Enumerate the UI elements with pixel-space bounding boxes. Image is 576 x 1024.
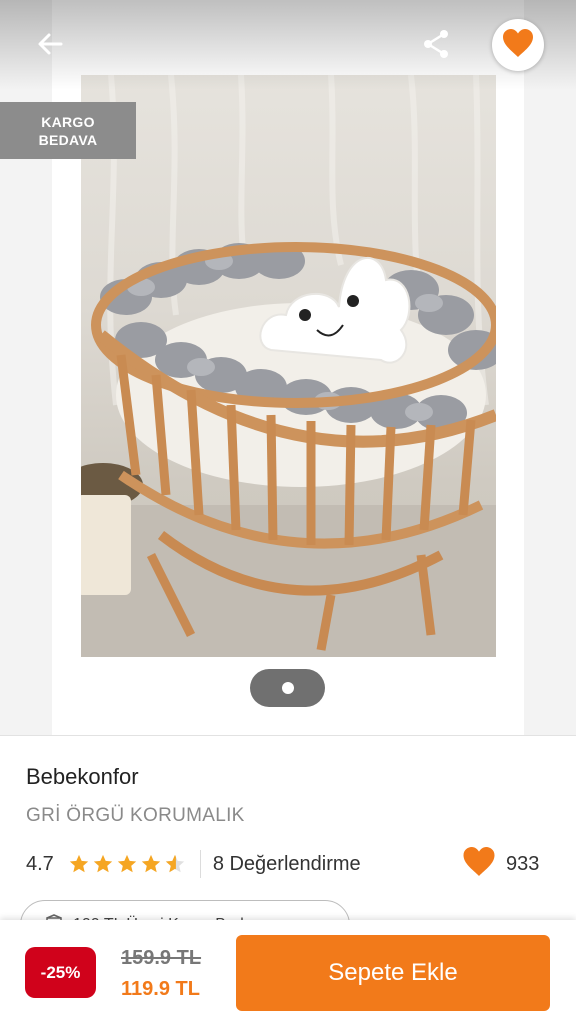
badge-line-1: KARGO [41,113,95,130]
star-icon [117,854,136,873]
heart-icon [502,28,534,63]
favorites-counter: 933 [462,846,539,882]
product-gallery[interactable]: KARGO BEDAVA [0,0,576,735]
star-icon [69,854,88,873]
add-to-cart-button[interactable]: Sepete Ekle [236,935,550,1011]
badge-line-2: BEDAVA [38,131,98,148]
pager-dot-active [281,682,294,694]
product-title: GRİ ÖRGÜ KORUMALIK [26,805,245,826]
rating-separator [199,850,201,878]
review-count-link[interactable]: 8 Değerlendirme [213,853,361,876]
discount-badge: -25% [25,947,96,998]
half-star-icon [165,854,184,873]
back-button[interactable] [28,24,72,68]
section-divider [0,735,576,736]
star-icon [141,854,160,873]
star-rating [68,853,186,875]
favorite-button[interactable] [492,19,544,71]
brand-name[interactable]: Bebekonfor [26,764,139,790]
heart-icon [462,846,496,882]
share-icon [420,28,452,65]
free-shipping-badge: KARGO BEDAVA [0,102,136,159]
arrow-left-icon [36,30,64,63]
current-price: 119.9 TL [121,978,200,1000]
product-image[interactable] [81,75,496,657]
share-button[interactable] [414,24,458,68]
old-price: 159.9 TL [121,947,202,969]
rating-value: 4.7 [26,852,54,875]
image-pager[interactable] [250,669,325,707]
crib-illustration [81,75,496,657]
favorites-count: 933 [506,852,540,875]
star-icon [93,854,112,873]
